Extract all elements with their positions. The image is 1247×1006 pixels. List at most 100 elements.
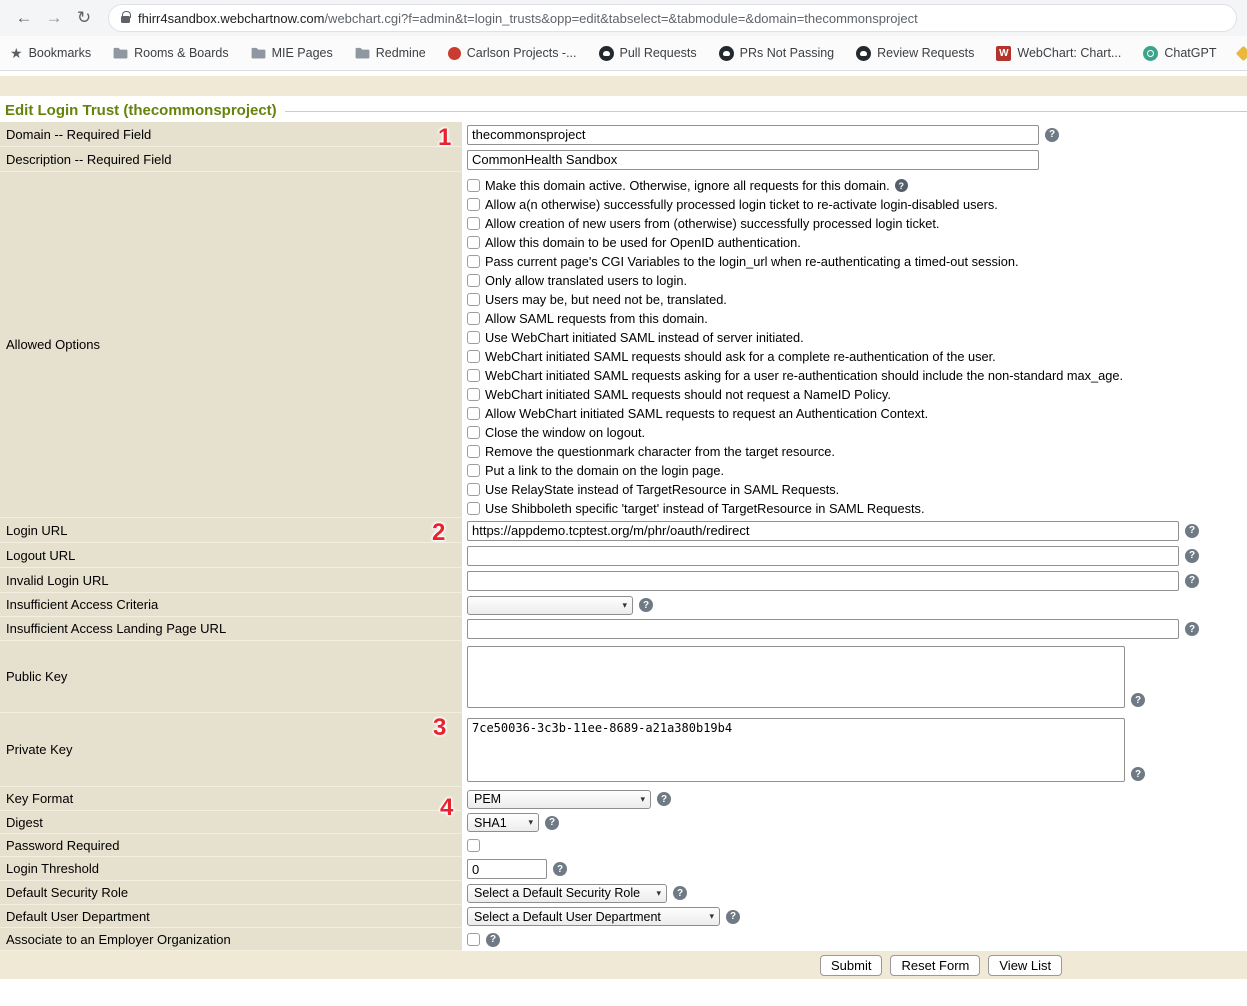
- option-label: Users may be, but need not be, translate…: [485, 292, 727, 307]
- allowed-option[interactable]: Put a link to the domain on the login pa…: [467, 461, 1247, 480]
- allowed-option[interactable]: Users may be, but need not be, translate…: [467, 290, 1247, 309]
- field-label-password-required: Password Required: [0, 834, 462, 857]
- bookmark-mie-pages[interactable]: MIE Pages: [251, 46, 333, 60]
- allowed-option[interactable]: Only allow translated users to login.: [467, 271, 1247, 290]
- webchart-icon: W: [996, 46, 1011, 61]
- help-icon[interactable]: ?: [1131, 693, 1145, 707]
- checkbox[interactable]: [467, 198, 480, 211]
- form-buttons-row: Submit Reset Form View List: [0, 951, 1247, 979]
- bookmark-redmine[interactable]: Redmine: [355, 46, 426, 60]
- invalid-login-url-input[interactable]: [467, 571, 1179, 591]
- allowed-option[interactable]: Close the window on logout.: [467, 423, 1247, 442]
- option-label: Remove the questionmark character from t…: [485, 444, 835, 459]
- help-icon[interactable]: ?: [1045, 128, 1059, 142]
- key-format-select[interactable]: PEM▾: [467, 790, 651, 809]
- form-row-description: Description -- Required Field: [0, 147, 1247, 172]
- allowed-option[interactable]: WebChart initiated SAML requests asking …: [467, 366, 1247, 385]
- checkbox[interactable]: [467, 388, 480, 401]
- help-icon[interactable]: ?: [553, 862, 567, 876]
- allowed-option[interactable]: Allow WebChart initiated SAML requests t…: [467, 404, 1247, 423]
- bookmark-carlson-projects[interactable]: Carlson Projects -...: [448, 46, 577, 60]
- help-icon[interactable]: ?: [895, 179, 908, 192]
- view-list-button[interactable]: View List: [988, 955, 1062, 976]
- help-icon[interactable]: ?: [545, 816, 559, 830]
- bookmark-prs-not-passing[interactable]: PRs Not Passing: [719, 46, 834, 61]
- allowed-option[interactable]: Use Shibboleth specific 'target' instead…: [467, 499, 1247, 518]
- checkbox[interactable]: [467, 331, 480, 344]
- private-key-textarea[interactable]: 7ce50036-3c3b-11ee-8689-a21a380b19b4: [467, 718, 1125, 782]
- reset-form-button[interactable]: Reset Form: [890, 955, 980, 976]
- password-required-checkbox[interactable]: [467, 839, 480, 852]
- forward-button[interactable]: →: [40, 4, 68, 32]
- default-security-role-select[interactable]: Select a Default Security Role▾: [467, 884, 667, 903]
- help-icon[interactable]: ?: [1185, 622, 1199, 636]
- option-label: Allow a(n otherwise) successfully proces…: [485, 197, 998, 212]
- reload-button[interactable]: ↻: [70, 4, 98, 32]
- bookmark-bookmarks[interactable]: ★Bookmarks: [10, 46, 91, 60]
- bookmark-webchart[interactable]: WWebChart: Chart...: [996, 46, 1121, 61]
- checkbox[interactable]: [467, 350, 480, 363]
- help-icon[interactable]: ?: [673, 886, 687, 900]
- description-input[interactable]: [467, 150, 1039, 170]
- help-icon[interactable]: ?: [1131, 767, 1145, 781]
- allowed-option[interactable]: Use RelayState instead of TargetResource…: [467, 480, 1247, 499]
- checkbox[interactable]: [467, 483, 480, 496]
- insufficient-access-criteria-select[interactable]: ▾: [467, 596, 633, 615]
- login-threshold-input[interactable]: [467, 859, 547, 879]
- insufficient-access-landing-page-url-input[interactable]: [467, 619, 1179, 639]
- lock-icon[interactable]: [121, 16, 130, 23]
- bookmark-review-requests[interactable]: Review Requests: [856, 46, 974, 61]
- help-icon[interactable]: ?: [1185, 549, 1199, 563]
- allowed-option[interactable]: Remove the questionmark character from t…: [467, 442, 1247, 461]
- checkbox[interactable]: [467, 445, 480, 458]
- checkbox[interactable]: [467, 217, 480, 230]
- help-icon[interactable]: ?: [726, 910, 740, 924]
- help-icon[interactable]: ?: [1185, 574, 1199, 588]
- allowed-option[interactable]: WebChart initiated SAML requests should …: [467, 385, 1247, 404]
- checkbox[interactable]: [467, 502, 480, 515]
- login-url-input[interactable]: [467, 521, 1179, 541]
- help-icon[interactable]: ?: [639, 598, 653, 612]
- allowed-option[interactable]: Allow creation of new users from (otherw…: [467, 214, 1247, 233]
- allowed-option[interactable]: Allow SAML requests from this domain.: [467, 309, 1247, 328]
- checkbox[interactable]: [467, 236, 480, 249]
- allowed-option[interactable]: Allow a(n otherwise) successfully proces…: [467, 195, 1247, 214]
- digest-select[interactable]: SHA1▾: [467, 813, 539, 832]
- checkbox[interactable]: [467, 407, 480, 420]
- bookmark-rooms-boards[interactable]: Rooms & Boards: [113, 46, 228, 60]
- option-label: WebChart initiated SAML requests should …: [485, 349, 996, 364]
- back-button[interactable]: ←: [10, 4, 38, 32]
- allowed-option[interactable]: Use WebChart initiated SAML instead of s…: [467, 328, 1247, 347]
- checkbox[interactable]: [467, 369, 480, 382]
- checkbox[interactable]: [467, 293, 480, 306]
- checkbox[interactable]: [467, 274, 480, 287]
- address-bar[interactable]: fhirr4sandbox.webchartnow.com/webchart.c…: [108, 4, 1237, 32]
- field-label-login-url: Login URL: [0, 518, 462, 543]
- checkbox[interactable]: [467, 255, 480, 268]
- checkbox[interactable]: [467, 464, 480, 477]
- page-content: Edit Login Trust (thecommonsproject) Dom…: [0, 76, 1247, 1006]
- public-key-textarea[interactable]: [467, 646, 1125, 708]
- form-row-password-required: Password Required: [0, 834, 1247, 857]
- default-user-department-select[interactable]: Select a Default User Department▾: [467, 907, 720, 926]
- checkbox[interactable]: [467, 426, 480, 439]
- allowed-option[interactable]: Make this domain active. Otherwise, igno…: [467, 176, 1247, 195]
- allowed-option[interactable]: Pass current page's CGI Variables to the…: [467, 252, 1247, 271]
- help-icon[interactable]: ?: [657, 792, 671, 806]
- logout-url-input[interactable]: [467, 546, 1179, 566]
- domain-input[interactable]: [467, 125, 1039, 145]
- help-icon[interactable]: ?: [486, 933, 500, 947]
- submit-button[interactable]: Submit: [820, 955, 882, 976]
- option-label: Pass current page's CGI Variables to the…: [485, 254, 1019, 269]
- allowed-option[interactable]: WebChart initiated SAML requests should …: [467, 347, 1247, 366]
- checkbox[interactable]: [467, 179, 480, 192]
- option-label: Use RelayState instead of TargetResource…: [485, 482, 839, 497]
- bookmark-chatgpt[interactable]: ChatGPT: [1143, 46, 1216, 61]
- allowed-option[interactable]: Allow this domain to be used for OpenID …: [467, 233, 1247, 252]
- bookmark-label: MIE Pages: [272, 46, 333, 60]
- help-icon[interactable]: ?: [1185, 524, 1199, 538]
- checkbox[interactable]: [467, 312, 480, 325]
- bookmark-acc[interactable]: Acc: [1238, 46, 1247, 60]
- associate-employer-org-checkbox[interactable]: [467, 933, 480, 946]
- bookmark-pull-requests[interactable]: Pull Requests: [599, 46, 697, 61]
